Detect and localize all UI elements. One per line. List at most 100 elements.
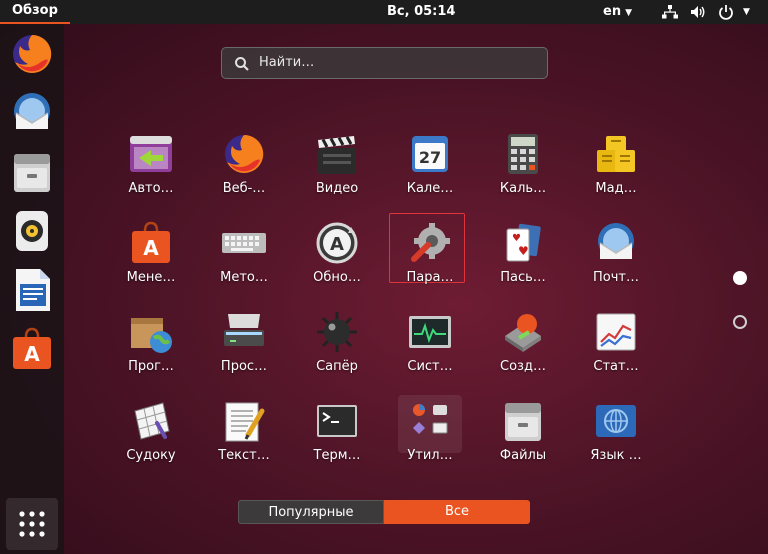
dock-item-thunderbird[interactable]	[8, 89, 56, 137]
view-switcher: Популярные Все	[238, 500, 530, 524]
ubuntu-software-icon: A	[13, 327, 51, 369]
app-terminal[interactable]: Терм…	[291, 393, 383, 469]
show-applications-button[interactable]	[6, 498, 58, 550]
app-text-editor[interactable]: Текст…	[198, 393, 290, 469]
app-solitaire[interactable]: ♥ ♥ Пась…	[477, 215, 569, 291]
app-label: Мето…	[220, 270, 268, 285]
mines-icon	[317, 312, 357, 352]
chevron-down-icon[interactable]: ▼	[743, 0, 750, 24]
svg-text:27: 27	[419, 148, 441, 167]
app-label: Текст…	[218, 448, 270, 463]
software-updater-icon: A	[316, 222, 358, 264]
chevron-down-icon: ▼	[625, 8, 632, 18]
keyboard-icon	[222, 233, 266, 253]
system-monitor-icon	[409, 316, 451, 348]
language-indicator[interactable]: en ▼	[603, 0, 632, 25]
app-mines[interactable]: Сапёр	[291, 304, 383, 380]
app-label: Видео	[315, 181, 359, 196]
app-scanner[interactable]: Прос…	[198, 304, 290, 380]
app-startup-disk-creator[interactable]: Созд…	[477, 304, 569, 380]
dock-item-software[interactable]: A	[8, 325, 56, 373]
mahjongg-icon	[597, 136, 635, 172]
app-label: Почт…	[593, 270, 639, 285]
dock-item-firefox[interactable]	[8, 30, 56, 78]
thunderbird-icon	[14, 93, 50, 129]
app-language-support[interactable]: Язык …	[570, 393, 662, 469]
app-web-browser[interactable]: Веб-…	[198, 126, 290, 202]
clock[interactable]: Вс, 05:14	[387, 0, 455, 24]
page-indicator-1[interactable]	[733, 271, 747, 285]
app-files[interactable]: Файлы	[477, 393, 569, 469]
firefox-icon	[13, 34, 52, 73]
app-software-updater[interactable]: A Обно…	[291, 215, 383, 291]
app-input-methods[interactable]: Мето…	[198, 215, 290, 291]
app-label: Язык …	[590, 448, 642, 463]
files-icon	[14, 154, 50, 192]
search-field[interactable]: Найти…	[221, 47, 548, 79]
app-grid-icon	[19, 511, 45, 537]
sudoku-icon	[134, 402, 170, 440]
svg-text:♥: ♥	[512, 233, 521, 244]
app-label: Веб-…	[222, 181, 266, 196]
libreoffice-writer-icon	[16, 269, 50, 311]
app-software-manager[interactable]: A Мене…	[105, 215, 197, 291]
thunderbird-icon	[598, 223, 634, 259]
solitaire-cards-icon: ♥ ♥	[506, 223, 541, 262]
firefox-icon	[225, 134, 264, 173]
page-indicator-2[interactable]	[733, 315, 747, 329]
top-bar: Обзор Вс, 05:14 en ▼ ▼	[0, 0, 768, 24]
app-label: Обно…	[313, 270, 361, 285]
dock-item-rhythmbox[interactable]	[8, 207, 56, 255]
scanner-icon	[224, 314, 264, 346]
app-sudoku[interactable]: Судоку	[105, 393, 197, 469]
app-label: Мад…	[595, 181, 637, 196]
settings-gear-icon	[411, 223, 450, 262]
app-label: Утил…	[407, 448, 453, 463]
app-label: Кале…	[406, 181, 454, 196]
language-label: en	[603, 4, 622, 19]
app-label: Мене…	[126, 270, 176, 285]
app-software-properties[interactable]: Прог…	[105, 304, 197, 380]
app-calculator[interactable]: Каль…	[477, 126, 569, 202]
app-label: Прог…	[128, 359, 174, 374]
app-mail[interactable]: Почт…	[570, 215, 662, 291]
app-autostart[interactable]: Авто…	[105, 126, 197, 202]
text-editor-icon	[225, 402, 265, 442]
network-wired-icon[interactable]	[662, 5, 678, 19]
app-label: Пась…	[500, 270, 546, 285]
activities-button[interactable]: Обзор	[0, 0, 70, 24]
calculator-icon	[508, 134, 538, 174]
app-label: Авто…	[128, 181, 174, 196]
svg-text:A: A	[330, 234, 344, 255]
all-apps-button[interactable]: Все	[384, 500, 530, 524]
volume-icon[interactable]	[690, 5, 706, 19]
app-power-statistics[interactable]: Стат…	[570, 304, 662, 380]
utilities-folder-icon	[413, 404, 448, 434]
svg-text:A: A	[24, 342, 40, 366]
app-videos[interactable]: Видео	[291, 126, 383, 202]
software-center-icon: A	[132, 221, 170, 263]
frequent-apps-button[interactable]: Популярные	[238, 500, 384, 524]
app-label: Каль…	[499, 181, 547, 196]
search-icon	[235, 57, 249, 71]
calendar-icon: 27	[412, 136, 448, 172]
dock-item-writer[interactable]	[8, 266, 56, 314]
app-utilities-folder[interactable]: Утил…	[384, 393, 476, 469]
files-icon	[505, 403, 541, 441]
app-label: Созд…	[500, 359, 546, 374]
power-icon[interactable]	[718, 4, 734, 20]
app-system-monitor[interactable]: Сист…	[384, 304, 476, 380]
app-label: Терм…	[313, 448, 361, 463]
app-label: Прос…	[220, 359, 268, 374]
app-mahjongg[interactable]: Мад…	[570, 126, 662, 202]
app-label: Файлы	[499, 448, 547, 463]
videos-clapperboard-icon	[318, 136, 356, 174]
dock: A	[0, 24, 64, 554]
app-calendar[interactable]: 27 Кале…	[384, 126, 476, 202]
dock-item-files[interactable]	[8, 148, 56, 196]
search-input[interactable]: Найти…	[259, 55, 314, 70]
power-statistics-icon	[596, 313, 636, 351]
app-label: Сапёр	[316, 359, 358, 374]
app-settings[interactable]: Пара…	[384, 213, 476, 291]
svg-text:♥: ♥	[518, 244, 529, 258]
